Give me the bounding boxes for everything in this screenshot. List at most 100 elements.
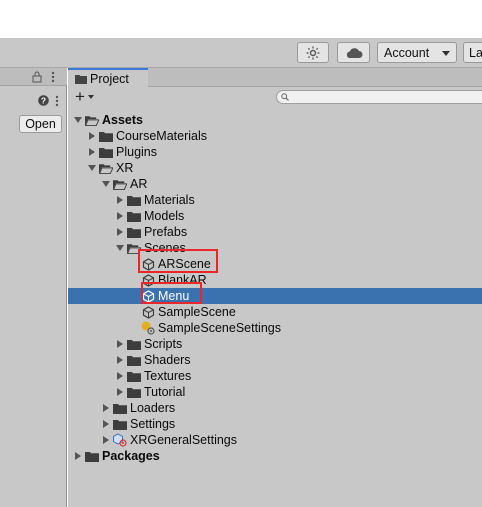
tree-item-label: SampleSceneSettings bbox=[158, 321, 281, 335]
tree-item[interactable]: Menu bbox=[68, 288, 482, 304]
tree-item-label: Tutorial bbox=[144, 385, 186, 399]
project-panel: Project + Assets CourseMaterials Plugins XR… bbox=[68, 68, 482, 507]
create-button[interactable]: + bbox=[75, 88, 94, 105]
tree-item[interactable]: Models bbox=[68, 208, 482, 224]
tab-project[interactable]: Project bbox=[68, 68, 148, 87]
more-options-icon[interactable] bbox=[51, 71, 55, 83]
tree-item-label: Packages bbox=[102, 449, 160, 463]
chevron-down-icon[interactable] bbox=[116, 244, 124, 252]
highlight-box-arscene bbox=[138, 249, 218, 273]
chevron-right-icon[interactable] bbox=[116, 388, 124, 396]
tree-item[interactable]: Tutorial bbox=[68, 384, 482, 400]
inspector-panel: ? Open bbox=[0, 68, 67, 507]
tree-item-label: SampleScene bbox=[158, 305, 236, 319]
account-dropdown[interactable]: Account bbox=[377, 42, 457, 63]
help-icon[interactable]: ? bbox=[38, 95, 49, 106]
search-input[interactable] bbox=[276, 90, 482, 104]
cloud-button[interactable] bbox=[337, 42, 370, 63]
lighting-icon bbox=[306, 46, 320, 59]
tree-item[interactable]: CourseMaterials bbox=[68, 128, 482, 144]
chevron-right-icon[interactable] bbox=[74, 452, 82, 460]
chevron-down-icon bbox=[442, 51, 450, 56]
chevron-right-icon[interactable] bbox=[116, 340, 124, 348]
window-top-area bbox=[0, 0, 482, 38]
tree-item[interactable]: Plugins bbox=[68, 144, 482, 160]
folder-icon bbox=[113, 401, 127, 415]
tree-item-label: Loaders bbox=[130, 401, 176, 415]
open-button[interactable]: Open bbox=[19, 115, 62, 133]
tree-item[interactable]: SampleScene bbox=[68, 304, 482, 320]
chevron-right-icon[interactable] bbox=[102, 404, 110, 412]
tree-item[interactable]: Settings bbox=[68, 416, 482, 432]
tree-item[interactable]: Loaders bbox=[68, 400, 482, 416]
tree-item-label: Prefabs bbox=[144, 225, 188, 239]
svg-text:?: ? bbox=[41, 96, 46, 106]
folder-icon bbox=[127, 385, 141, 399]
folder-icon bbox=[75, 74, 87, 84]
tree-item-label: XR bbox=[116, 161, 134, 175]
folder-open-icon bbox=[85, 113, 99, 127]
chevron-down-icon[interactable] bbox=[74, 116, 82, 124]
folder-open-icon bbox=[113, 177, 127, 191]
tree-item[interactable]: Scenes bbox=[68, 240, 482, 256]
tree-item-label: AR bbox=[130, 177, 148, 191]
folder-icon bbox=[127, 337, 141, 351]
tree-item-label: Plugins bbox=[116, 145, 157, 159]
highlight-box-menu bbox=[141, 282, 202, 304]
lock-icon[interactable] bbox=[32, 71, 42, 83]
lighting-settings-icon bbox=[141, 321, 155, 335]
chevron-right-icon[interactable] bbox=[102, 436, 110, 444]
chevron-down-icon[interactable] bbox=[102, 180, 110, 188]
folder-icon bbox=[127, 353, 141, 367]
tree-item[interactable]: Packages bbox=[68, 448, 482, 464]
tree-item-label: Shaders bbox=[144, 353, 191, 367]
folder-icon bbox=[127, 209, 141, 223]
tree-item-label: Assets bbox=[102, 113, 143, 127]
layers-label: La bbox=[469, 45, 482, 60]
tree-item[interactable]: XRGeneralSettings bbox=[68, 432, 482, 448]
tree-item[interactable]: Scripts bbox=[68, 336, 482, 352]
inspector-menu-icon[interactable] bbox=[55, 95, 59, 107]
tree-item-label: CourseMaterials bbox=[116, 129, 208, 143]
chevron-right-icon[interactable] bbox=[116, 228, 124, 236]
tree-item[interactable]: ARScene bbox=[68, 256, 482, 272]
xr-settings-icon bbox=[113, 433, 127, 447]
tree-item[interactable]: Textures bbox=[68, 368, 482, 384]
tree-item[interactable]: Prefabs bbox=[68, 224, 482, 240]
chevron-right-icon[interactable] bbox=[88, 148, 96, 156]
layers-dropdown[interactable]: La bbox=[463, 42, 482, 63]
chevron-right-icon[interactable] bbox=[116, 356, 124, 364]
project-tabbar: Project bbox=[68, 68, 482, 87]
tree-item-label: Settings bbox=[130, 417, 176, 431]
folder-open-icon bbox=[99, 161, 113, 175]
tree-item-label: Models bbox=[144, 209, 185, 223]
chevron-right-icon[interactable] bbox=[116, 196, 124, 204]
tree-item[interactable]: Materials bbox=[68, 192, 482, 208]
chevron-right-icon[interactable] bbox=[116, 372, 124, 380]
tree-item[interactable]: Assets bbox=[68, 112, 482, 128]
search-icon bbox=[281, 93, 289, 101]
tree-item[interactable]: XR bbox=[68, 160, 482, 176]
tree-item-label: Materials bbox=[144, 193, 195, 207]
inspector-tabbar bbox=[0, 68, 67, 86]
chevron-right-icon[interactable] bbox=[102, 420, 110, 428]
tree-item[interactable]: AR bbox=[68, 176, 482, 192]
lighting-toggle-button[interactable] bbox=[297, 42, 329, 63]
folder-icon bbox=[85, 449, 99, 463]
chevron-right-icon[interactable] bbox=[116, 212, 124, 220]
chevron-right-icon[interactable] bbox=[88, 132, 96, 140]
chevron-down-icon[interactable] bbox=[88, 164, 96, 172]
account-label: Account bbox=[384, 45, 430, 60]
folder-icon bbox=[113, 417, 127, 431]
tree-item-label: XRGeneralSettings bbox=[130, 433, 238, 447]
tree-item[interactable]: BlankAR bbox=[68, 272, 482, 288]
folder-icon bbox=[99, 129, 113, 143]
tree-item-label: Textures bbox=[144, 369, 192, 383]
tree-item[interactable]: Shaders bbox=[68, 352, 482, 368]
tree-item[interactable]: SampleSceneSettings bbox=[68, 320, 482, 336]
